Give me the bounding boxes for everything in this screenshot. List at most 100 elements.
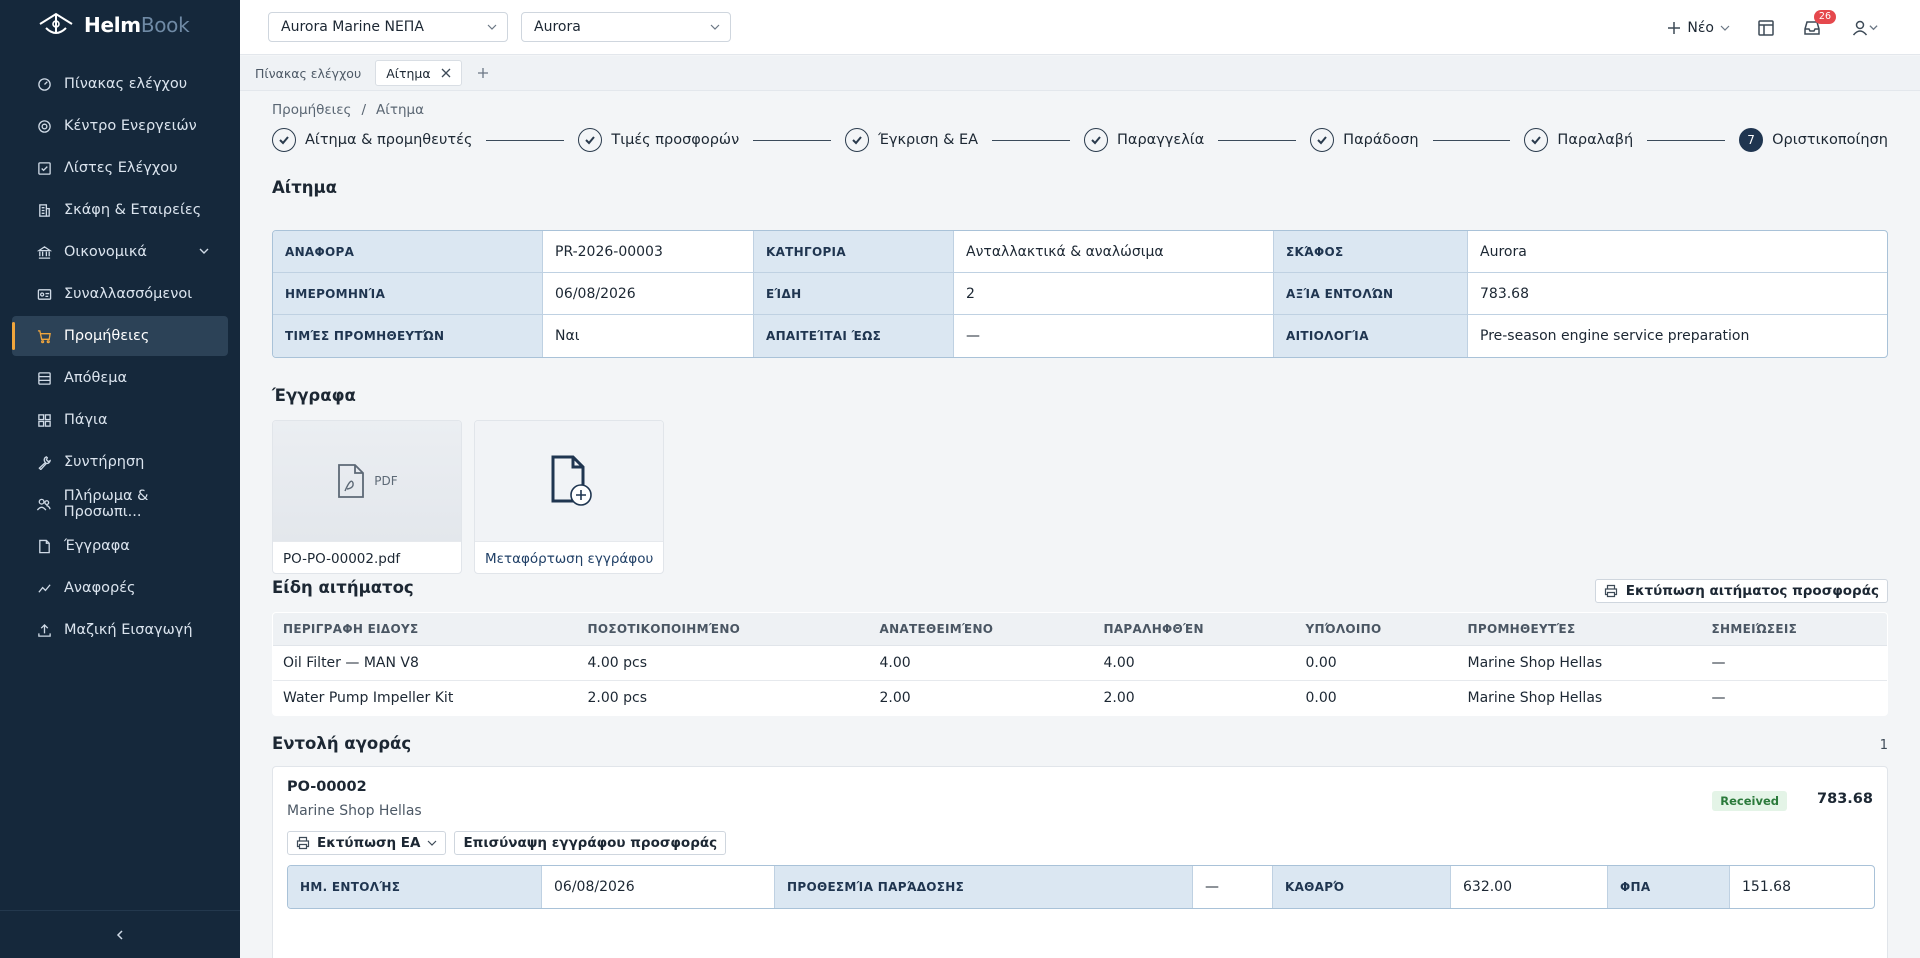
people-icon	[36, 496, 52, 512]
column-header: ΠΕΡΙΓΡΑΦΗ ΕΙΔΟΥΣ	[273, 613, 578, 646]
printer-icon	[1604, 584, 1617, 598]
print-po-label: Εκτύπωση ΕΑ	[317, 835, 421, 851]
net-label: ΚΑΘΑΡΌ	[1273, 866, 1451, 908]
sidebar-item-finance[interactable]: Οικονομικά	[12, 232, 228, 272]
po-number[interactable]: PO-00002	[287, 779, 367, 795]
purchase-order-card: PO-00002 Marine Shop Hellas Received 783…	[272, 766, 1888, 958]
checkbox-icon	[36, 160, 52, 176]
table-row[interactable]: Water Pump Impeller Kit 2.00 pcs 2.00 2.…	[273, 681, 1887, 716]
step-connector	[992, 139, 1070, 141]
print-po-button[interactable]: Εκτύπωση ΕΑ	[287, 831, 447, 855]
collapse-sidebar-button[interactable]	[0, 910, 240, 958]
chevron-down-icon	[428, 840, 437, 846]
step-label: Παραγγελία	[1117, 132, 1205, 148]
box-icon	[36, 370, 52, 386]
po-actions: Εκτύπωση ΕΑ Επισύναψη εγγράφου προσφοράς	[287, 831, 727, 855]
step-label: Παράδοση	[1343, 132, 1419, 148]
company-select[interactable]: Aurora Marine ΝΕΠΑ	[268, 12, 508, 42]
print-rfq-button[interactable]: Εκτύπωση αιτήματος προσφοράς	[1594, 579, 1888, 603]
order-date-value: 06/08/2026	[542, 866, 775, 908]
sidebar-item-label: Έγγραφα	[64, 538, 130, 554]
po-details: ΗΜ. ΕΝΤΟΛΉΣ 06/08/2026 ΠΡΟΘΕΣΜΊΑ ΠΑΡΆΔΟΣ…	[287, 865, 1875, 909]
step-finalization[interactable]: 7 Οριστικοποίηση	[1739, 128, 1888, 152]
column-header: ΑΝΑΤΕΘΕΙΜΈΝΟ	[869, 613, 1094, 646]
close-icon[interactable]	[441, 68, 451, 78]
user-icon[interactable]	[1848, 18, 1880, 38]
po-total: 783.68	[1817, 791, 1873, 807]
sidebar-item-procurement[interactable]: Προμήθειες	[12, 316, 228, 356]
topbar: Aurora Marine ΝΕΠΑ Aurora Νέο 26	[240, 0, 1920, 55]
documents-grid: PDF PO-PO-00002.pdf Μεταφόρτωση εγγράφου	[272, 420, 664, 574]
sidebar-item-inventory[interactable]: Απόθεμα	[12, 358, 228, 398]
file-icon	[36, 538, 52, 554]
table-row[interactable]: Oil Filter — MAN V8 4.00 pcs 4.00 4.00 0…	[273, 645, 1887, 681]
items-label: ΕΊΔΗ	[754, 273, 954, 315]
item-description: Water Pump Impeller Kit	[283, 690, 454, 706]
tab-dashboard[interactable]: Πίνακας ελέγχου	[255, 60, 361, 86]
upload-document-card[interactable]: Μεταφόρτωση εγγράφου	[474, 420, 664, 574]
step-approval[interactable]: Έγκριση & ΕΑ	[845, 128, 978, 152]
sidebar: HelmBook Πίνακας ελέγχου Κέντρο Ενεργειώ…	[0, 0, 240, 958]
attach-quote-label: Επισύναψη εγγράφου προσφοράς	[463, 835, 718, 851]
sidebar-item-vessels[interactable]: Σκάφη & Εταιρείες	[12, 190, 228, 230]
add-tab-icon[interactable]	[476, 66, 490, 80]
vat-label: ΦΠΑ	[1608, 866, 1730, 908]
sidebar-item-checklists[interactable]: Λίστες Ελέγχου	[12, 148, 228, 188]
new-button[interactable]: Νέο	[1667, 20, 1730, 36]
item-assigned: 2.00	[879, 690, 911, 706]
attach-quote-button[interactable]: Επισύναψη εγγράφου προσφοράς	[454, 831, 727, 855]
step-connector	[1218, 139, 1297, 141]
tab-request-label: Αίτημα	[386, 65, 431, 81]
chevron-down-icon[interactable]	[198, 245, 210, 257]
column-header: ΠΟΣΟΤΙΚΟΠΟΙΗΜΈΝΟ	[577, 613, 870, 646]
request-title: Αίτημα	[272, 178, 337, 197]
step-quote-prices[interactable]: Τιμές προσφορών	[578, 128, 739, 152]
tab-request[interactable]: Αίτημα	[375, 60, 462, 86]
check-icon	[272, 128, 296, 152]
step-order[interactable]: Παραγγελία	[1084, 128, 1204, 152]
inbox-icon[interactable]: 26	[1802, 9, 1836, 38]
item-quantified: 4.00 pcs	[577, 645, 870, 681]
request-details: ΑΝΑΦΟΡΑ PR-2026-00003 ΚΑΤΗΓΟΡΙΑ Ανταλλακ…	[272, 230, 1888, 358]
sidebar-item-documents[interactable]: Έγγραφα	[12, 526, 228, 566]
breadcrumb: Προμήθειες / Αίτημα	[272, 102, 424, 118]
item-received: 4.00	[1093, 645, 1296, 681]
step-request-suppliers[interactable]: Αίτημα & προμηθευτές	[272, 128, 472, 152]
sidebar-item-label: Πίνακας ελέγχου	[64, 76, 188, 92]
step-delivery[interactable]: Παράδοση	[1310, 128, 1419, 152]
sidebar-item-maintenance[interactable]: Συντήρηση	[12, 442, 228, 482]
sidebar-item-label: Οικονομικά	[64, 244, 147, 260]
brand-logo[interactable]: HelmBook	[0, 0, 240, 50]
sidebar-item-dashboard[interactable]: Πίνακας ελέγχου	[12, 64, 228, 104]
sidebar-item-reports[interactable]: Αναφορές	[12, 568, 228, 608]
step-receipt[interactable]: Παραλαβή	[1524, 128, 1633, 152]
vessel-label: ΣΚΆΦΟΣ	[1274, 231, 1468, 273]
step-connector	[1432, 139, 1511, 141]
category-value: Ανταλλακτικά & αναλώσιμα	[954, 231, 1274, 273]
sidebar-item-counterparties[interactable]: Συναλλασσόμενοι	[12, 274, 228, 314]
step-number: 7	[1739, 128, 1764, 152]
chevron-down-icon	[710, 24, 720, 30]
check-icon	[845, 128, 870, 152]
layout-icon[interactable]	[1756, 18, 1776, 38]
step-label: Παραλαβή	[1557, 132, 1634, 148]
building-icon	[36, 202, 52, 218]
sidebar-item-action-center[interactable]: Κέντρο Ενεργειών	[12, 106, 228, 146]
sidebar-item-assets[interactable]: Πάγια	[12, 400, 228, 440]
file-add-icon	[551, 455, 592, 506]
order-value-label: ΑΞΊΑ ΕΝΤΟΛΏΝ	[1274, 273, 1468, 315]
item-received: 2.00	[1103, 690, 1135, 706]
sidebar-item-bulk-import[interactable]: Μαζική Εισαγωγή	[12, 610, 228, 650]
breadcrumb-parent[interactable]: Προμήθειες	[272, 102, 351, 118]
documents-title: Έγγραφα	[272, 386, 356, 405]
order-value: 783.68	[1468, 273, 1887, 315]
date-value: 06/08/2026	[543, 273, 754, 315]
target-icon	[36, 118, 52, 134]
sidebar-item-crew[interactable]: Πλήρωμα & Προσωπι...	[12, 484, 228, 524]
document-card[interactable]: PDF PO-PO-00002.pdf	[272, 420, 462, 574]
check-icon	[1310, 128, 1335, 152]
items-value: 2	[954, 273, 1274, 315]
vessel-select[interactable]: Aurora	[521, 12, 731, 42]
brand-name: HelmBook	[84, 13, 190, 37]
check-icon	[578, 128, 603, 152]
